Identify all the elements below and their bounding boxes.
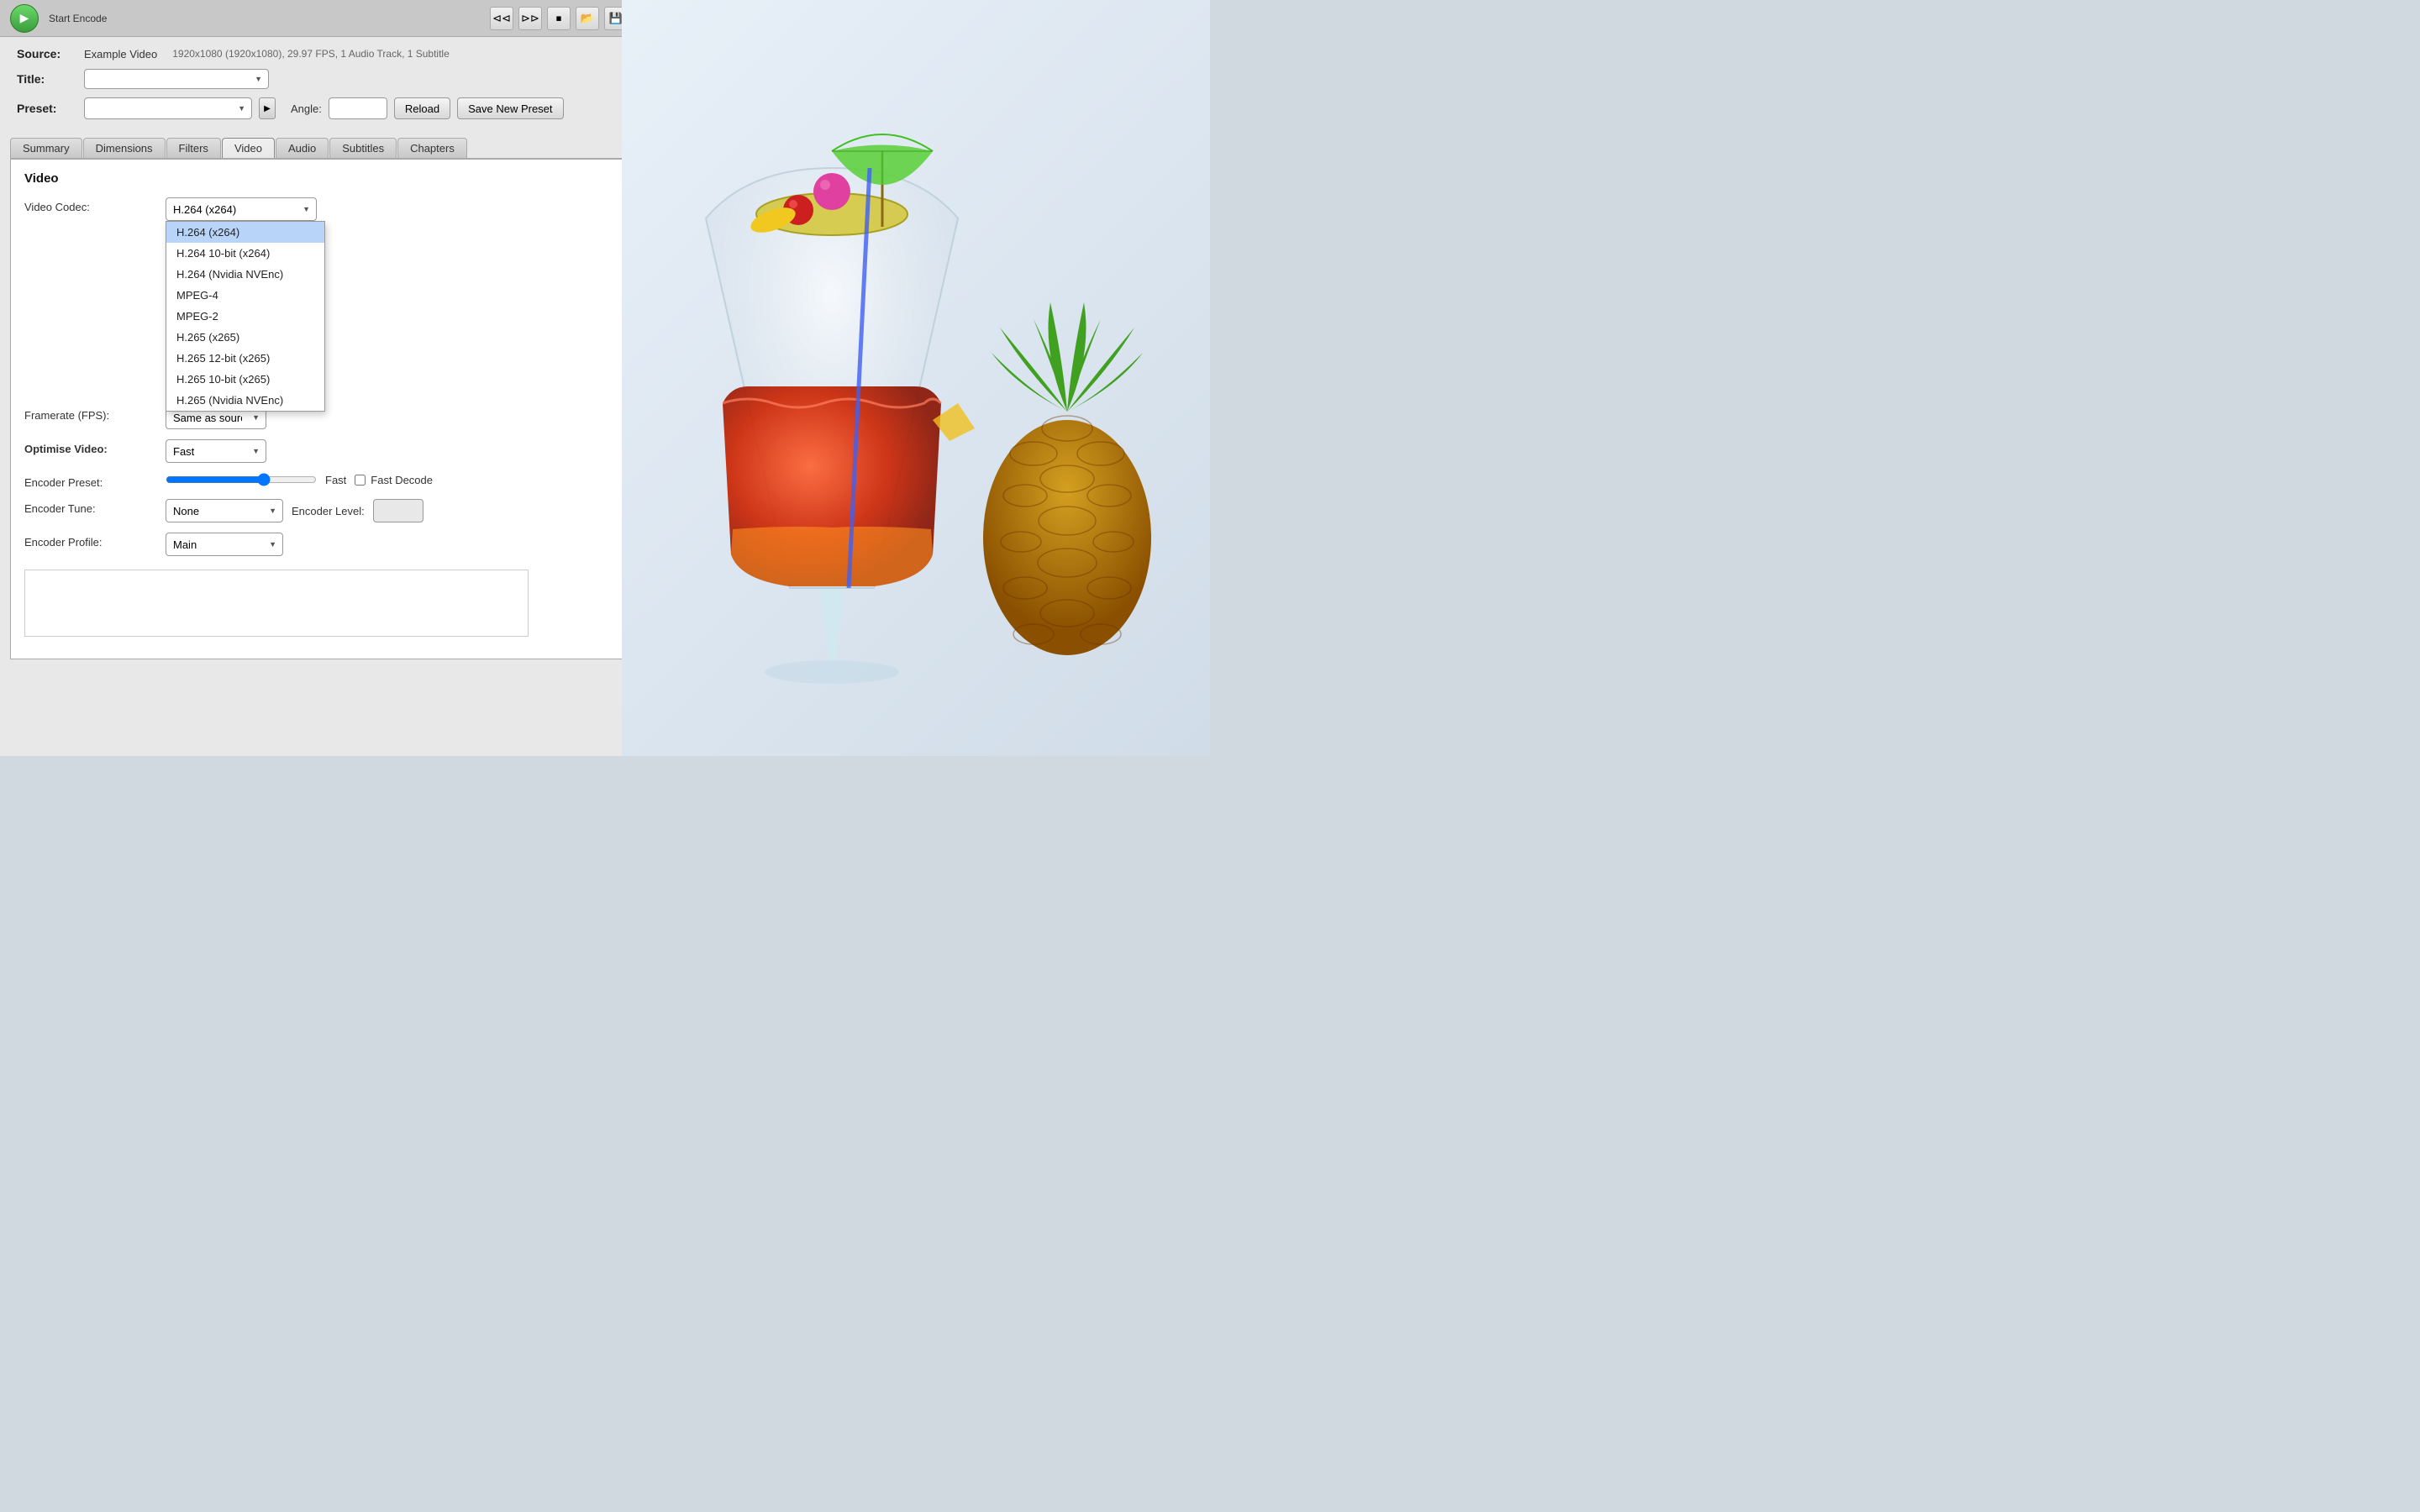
garnish-ball-highlight [820, 180, 830, 190]
encoder-preset-label: Encoder Preset: [24, 473, 159, 489]
encoder-level-input[interactable]: 4.0 [373, 499, 424, 522]
angle-input[interactable] [329, 97, 387, 119]
tab-filters[interactable]: Filters [166, 138, 221, 158]
toolbar-next-button[interactable]: ⊳⊳ [518, 7, 542, 30]
glass-stem [819, 588, 844, 672]
content-area: Video Video Codec: H.264 (x264) H.264 (x… [10, 159, 628, 659]
codec-option-h265-10bit[interactable]: H.265 10-bit (x265) [166, 369, 324, 390]
codec-select[interactable]: H.264 (x264) [166, 197, 317, 221]
save-new-preset-button[interactable]: Save New Preset [457, 97, 563, 119]
tab-audio[interactable]: Audio [276, 138, 329, 158]
encoder-profile-label: Encoder Profile: [24, 533, 159, 549]
codec-dropdown-menu: H.264 (x264) H.264 10-bit (x264) H.264 (… [166, 221, 325, 412]
preset-select-wrapper: Fast 1080p30 [84, 97, 252, 119]
encoder-tune-row: Encoder Tune: None Encoder Level: 4.0 [24, 499, 613, 522]
codec-option-h265-nvenc[interactable]: H.265 (Nvidia NVEnc) [166, 390, 324, 411]
preset-controls: Fast 1080p30 ▶ Angle: Reload Save New Pr… [84, 97, 564, 119]
pineapple-leaves [992, 302, 1143, 412]
source-row: Source: Example Video 1920x1080 (1920x10… [17, 47, 621, 60]
title-row: Title: 1 (00:00:10) [17, 69, 621, 89]
tabs-container: Summary Dimensions Filters Video Audio S… [0, 138, 638, 159]
source-label: Source: [17, 47, 76, 60]
video-codec-row: Video Codec: H.264 (x264) H.264 (x264) H… [24, 197, 613, 221]
encoder-profile-row: Encoder Profile: Main [24, 533, 613, 556]
optimise-label: Optimise Video: [24, 439, 159, 455]
source-details: 1920x1080 (1920x1080), 29.97 FPS, 1 Audi… [172, 48, 450, 60]
source-name: Example Video [84, 48, 157, 60]
toolbar-stop-button[interactable]: ⏹ [547, 7, 571, 30]
toolbar-open-button[interactable]: 📂 [576, 7, 599, 30]
fast-decode-checkbox[interactable] [355, 475, 366, 486]
encoder-tune-label: Encoder Tune: [24, 499, 159, 515]
codec-option-h265-12bit[interactable]: H.265 12-bit (x265) [166, 348, 324, 369]
form-area: Source: Example Video 1920x1080 (1920x10… [0, 37, 638, 138]
tab-dimensions[interactable]: Dimensions [83, 138, 166, 158]
codec-option-h265-x265[interactable]: H.265 (x265) [166, 327, 324, 348]
extra-options-textarea[interactable] [24, 570, 529, 637]
encoder-preset-row: Encoder Preset: Fast Fast Decode [24, 473, 613, 489]
framerate-label: Framerate (FPS): [24, 406, 159, 422]
extra-options-row [24, 566, 613, 637]
toolbar-prev-button[interactable]: ⊲⊲ [490, 7, 513, 30]
preset-input[interactable]: Fast 1080p30 [84, 97, 252, 119]
tab-summary[interactable]: Summary [10, 138, 82, 158]
video-section-title: Video [24, 171, 613, 186]
optimise-controls: Fast [166, 439, 273, 463]
encoder-profile-select-wrapper: Main [166, 533, 283, 556]
tab-chapters[interactable]: Chapters [397, 138, 467, 158]
codec-option-h264-nvenc[interactable]: H.264 (Nvidia NVEnc) [166, 264, 324, 285]
encoder-profile-select[interactable]: Main [166, 533, 283, 556]
angle-label: Angle: [291, 102, 322, 115]
encoder-preset-controls: Fast Fast Decode [166, 473, 433, 486]
image-area [622, 0, 1210, 756]
fast-text: Fast [325, 474, 346, 486]
tab-video[interactable]: Video [222, 138, 275, 158]
glass-base [765, 660, 899, 684]
codec-option-mpeg2[interactable]: MPEG-2 [166, 306, 324, 327]
start-encode-label: Start Encode [49, 13, 107, 24]
codec-select-wrapper: H.264 (x264) H.264 (x264) H.264 10-bit (… [166, 197, 317, 221]
encoder-tune-controls: None Encoder Level: 4.0 [166, 499, 424, 522]
pineapple-body [983, 420, 1151, 655]
tab-subtitles[interactable]: Subtitles [329, 138, 397, 158]
preset-label: Preset: [17, 102, 76, 115]
start-encode-button[interactable]: ▶ [10, 4, 39, 33]
preset-row: Preset: Fast 1080p30 ▶ Angle: Reload Sav… [17, 97, 621, 119]
optimise-select-wrapper: Fast [166, 439, 266, 463]
cherry-highlight [789, 200, 797, 208]
encoder-level-label: Encoder Level: [292, 505, 365, 517]
title-label: Title: [17, 72, 76, 86]
toolbar-icons: ⊲⊲ ⊳⊳ ⏹ 📂 💾 [490, 7, 628, 30]
reload-button[interactable]: Reload [394, 97, 450, 119]
cocktail-illustration [622, 67, 1210, 756]
title-select-wrapper: 1 (00:00:10) [84, 69, 269, 89]
cocktail-svg [622, 67, 1210, 756]
video-codec-label: Video Codec: [24, 197, 159, 213]
app-window: ▶ Start Encode ⊲⊲ ⊳⊳ ⏹ 📂 💾 Source: Examp… [0, 0, 639, 756]
preset-arrow-button[interactable]: ▶ [259, 97, 276, 119]
fast-decode-label: Fast Decode [371, 474, 433, 486]
codec-option-mpeg4[interactable]: MPEG-4 [166, 285, 324, 306]
toolbar: ▶ Start Encode ⊲⊲ ⊳⊳ ⏹ 📂 💾 [0, 0, 638, 37]
drink-bottom-layer [731, 527, 933, 586]
encoder-tune-select-wrapper: None [166, 499, 283, 522]
tabs: Summary Dimensions Filters Video Audio S… [10, 138, 628, 159]
garnish-ball [813, 173, 850, 210]
optimise-select[interactable]: Fast [166, 439, 266, 463]
codec-option-h264-x264[interactable]: H.264 (x264) [166, 222, 324, 243]
title-input[interactable]: 1 (00:00:10) [84, 69, 269, 89]
codec-option-h264-10bit[interactable]: H.264 10-bit (x264) [166, 243, 324, 264]
fast-decode-row: Fast Decode [355, 474, 433, 486]
encoder-preset-slider[interactable] [166, 473, 317, 486]
optimise-video-row: Optimise Video: Fast [24, 439, 613, 463]
encoder-tune-select[interactable]: None [166, 499, 283, 522]
